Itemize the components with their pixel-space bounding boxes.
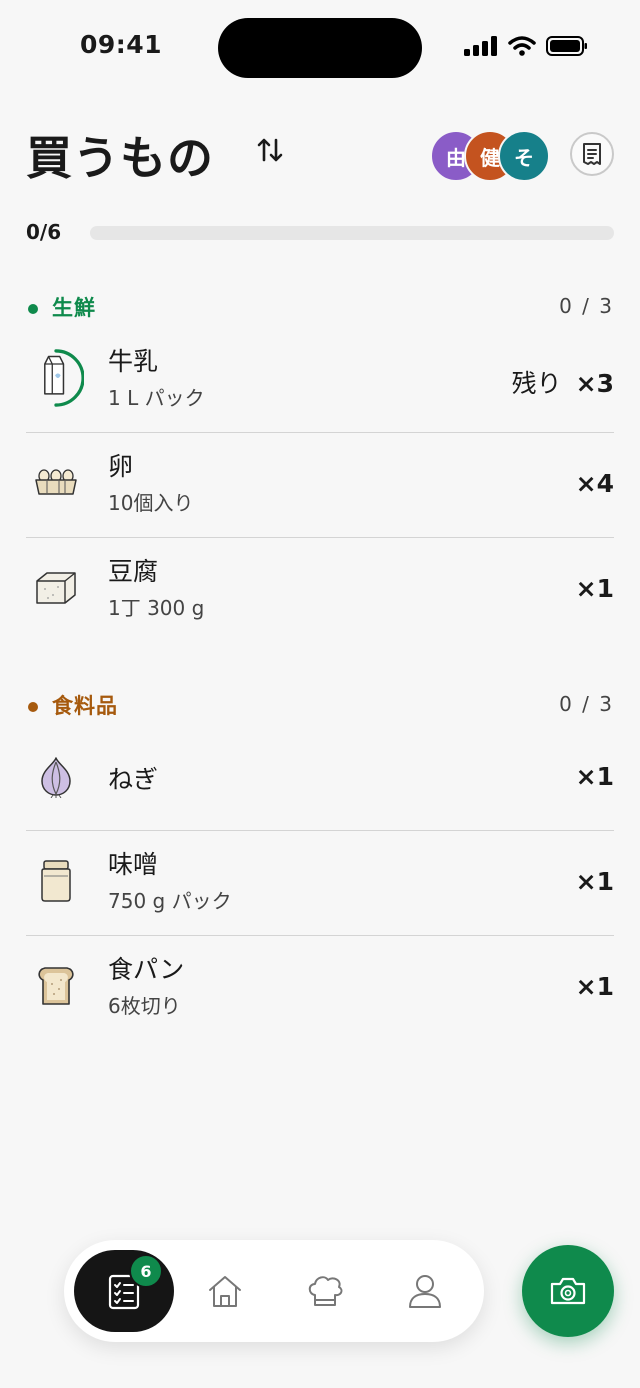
section-count: 0 / 3 [559,692,614,716]
section-header[interactable]: 食料品 0 / 3 [26,686,614,726]
page-title: 買うもの [26,131,214,185]
miso-jar-icon [28,853,84,909]
item-detail: 10個入り [108,491,194,515]
tab-home[interactable] [184,1250,266,1332]
tab-profile[interactable] [384,1250,466,1332]
item-quantity: ×1 [575,972,614,1001]
section-dot [28,702,38,712]
item-name: 食パン [108,955,185,984]
chef-hat-icon [308,1276,343,1306]
status-bar: 09:41 [0,0,640,96]
tab-recipes[interactable] [284,1250,366,1332]
receipt-button[interactable] [570,132,614,176]
item-quantity: ×4 [575,469,614,498]
sort-icon [257,138,283,162]
member-avatars[interactable]: 由 健 そ [430,130,550,182]
dynamic-island [218,18,422,78]
item-detail: 6枚切り [108,994,181,1018]
progress-label: 0/6 [26,220,62,244]
item-quantity: ×1 [575,762,614,791]
list-item[interactable]: 味噌 750 g パック ×1 [26,831,614,936]
list-item[interactable]: 牛乳 1 L パック 残り ×3 [26,328,614,433]
section-count: 0 / 3 [559,294,614,318]
section-title: 生鮮 [52,296,96,320]
list-item[interactable]: 豆腐 1丁 300 g ×1 [26,538,614,642]
receipt-icon [583,143,601,165]
item-detail: 1丁 300 g [108,596,205,620]
milk-carton-icon [28,349,84,407]
item-name: 豆腐 [108,557,159,586]
battery-icon [546,36,587,56]
item-name: 牛乳 [108,347,159,376]
person-icon [409,1275,441,1308]
wifi-icon [508,36,536,56]
section-title: 食料品 [52,694,118,718]
status-time: 09:41 [80,30,163,59]
list-item[interactable]: 食パン 6枚切り ×1 [26,936,614,1040]
tofu-icon [28,560,84,616]
onion-icon [28,748,84,804]
list-item[interactable]: ねぎ ×1 [26,726,614,831]
item-name: 卵 [108,452,134,481]
tab-list[interactable]: 6 [74,1250,174,1332]
sort-button[interactable] [252,132,288,168]
item-name: ねぎ [108,765,159,794]
item-detail: 750 g パック [108,889,232,913]
item-quantity: ×1 [575,867,614,896]
item-quantity: 残り ×3 [512,364,614,400]
item-detail: 1 L パック [108,386,205,410]
item-name: 味噌 [108,850,159,879]
section-fresh: 生鮮 0 / 3 牛乳 1 L パック 残り ×3 卵 10個入り ×4 豆腐 … [26,288,614,642]
quantity-value: ×3 [575,369,614,398]
cellular-signal-icon [464,36,497,56]
progress-track [90,226,614,240]
bread-icon [28,958,84,1014]
item-quantity: ×1 [575,574,614,603]
camera-icon [550,1277,586,1305]
bottom-tab-bar: 6 [64,1240,484,1342]
egg-carton-icon [28,455,84,511]
section-header[interactable]: 生鮮 0 / 3 [26,288,614,328]
item-count-badge: 6 [129,1254,163,1288]
header: 買うもの 由 健 そ [26,118,614,188]
remaining-label: 残り [511,369,562,398]
progress-bar: 0/6 [26,218,614,248]
section-groceries: 食料品 0 / 3 ねぎ ×1 味噌 750 g パック ×1 食パン 6枚切り… [26,686,614,1040]
avatar: そ [498,130,550,182]
list-item[interactable]: 卵 10個入り ×4 [26,433,614,538]
home-icon [209,1276,241,1307]
camera-button[interactable] [522,1245,614,1337]
section-dot [28,304,38,314]
